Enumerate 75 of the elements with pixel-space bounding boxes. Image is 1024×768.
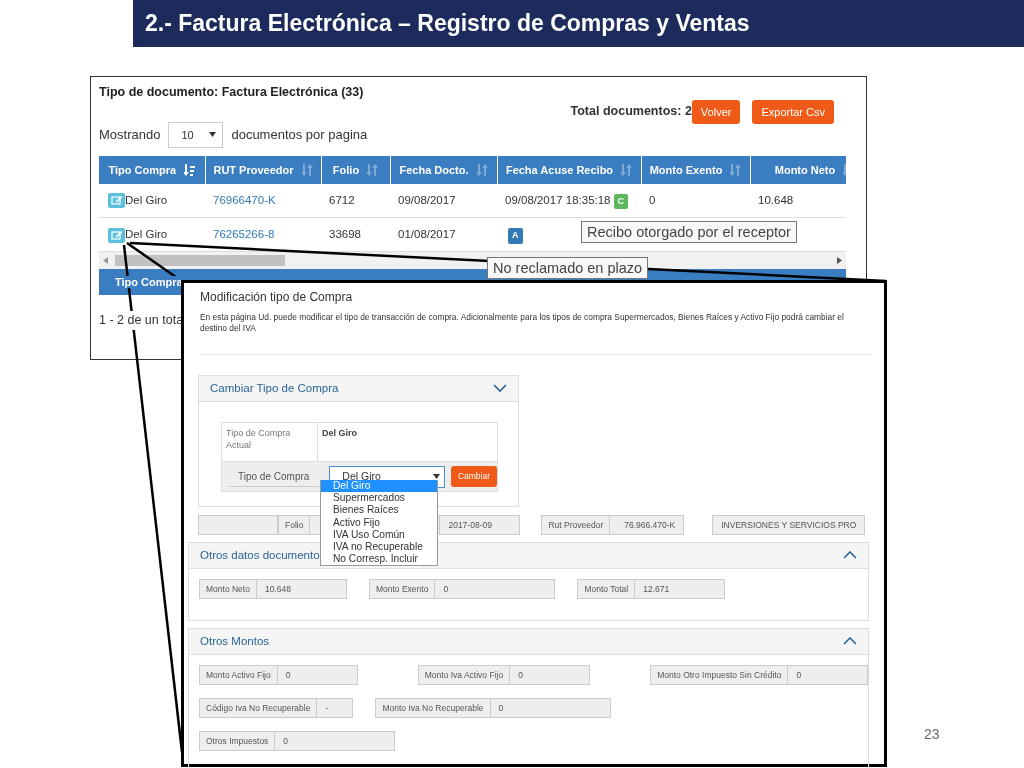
caret-icon xyxy=(209,132,217,138)
field-label: Monto Activo Fijo xyxy=(199,665,278,685)
purchase-type: Del Giro xyxy=(125,193,168,206)
dropdown-option[interactable]: IVA Uso Común xyxy=(321,528,437,541)
column-header[interactable]: Fecha Acuse Recibo xyxy=(497,155,641,184)
field-value: 12.671 xyxy=(635,579,726,599)
current-type-value: Del Giro xyxy=(321,427,358,440)
chevron-up-icon[interactable] xyxy=(843,637,857,646)
slide-title: 2.- Factura Electrónica – Registro de Compras y Ventas xyxy=(133,0,1024,47)
amount-text: 0 xyxy=(649,193,656,206)
folio-text: 6712 xyxy=(329,193,355,206)
receipt-date-text: 09/08/2017 18:35:18 xyxy=(505,193,611,206)
page-size-select[interactable]: 10 xyxy=(168,121,224,148)
field-value: 0 xyxy=(490,698,611,718)
field-value: 0 xyxy=(275,731,396,751)
column-header[interactable]: Monto Exento xyxy=(641,155,750,184)
field-label: Monto Exento xyxy=(368,579,436,599)
change-button[interactable]: Cambiar xyxy=(450,466,497,487)
field-label: Rut Proveedor xyxy=(541,515,611,535)
amount-text: 10.648 xyxy=(758,193,794,206)
field-value: 0 xyxy=(788,665,869,685)
description-text: En esta página Ud. puede modificar el tipo de transacción de compra. Adicionalmente para los tipos de compra Supermercados, Bienes Raíces y Activo Fijo podrá cambiar el destino del IVA xyxy=(200,312,845,334)
caret-icon xyxy=(432,474,440,479)
field-value: 0 xyxy=(435,579,556,599)
dropdown-option[interactable]: Bienes Raíces xyxy=(321,504,437,517)
supplier-rut-link[interactable]: 76265266-8 xyxy=(213,228,275,241)
field-value: 76.966.470-K xyxy=(610,515,685,535)
field-label: Folio xyxy=(278,515,311,535)
column-header[interactable]: Folio xyxy=(321,155,390,184)
column-header[interactable]: Tipo Compra xyxy=(99,155,205,184)
status-badge: C xyxy=(613,193,629,210)
tooltip: Recibo otorgado por el receptor xyxy=(581,221,797,243)
scroll-right-icon[interactable] xyxy=(837,257,842,265)
field-value: 2017-08-09 xyxy=(440,515,521,535)
column-header[interactable]: RUT Proveedor xyxy=(205,155,321,184)
status-badge: A xyxy=(508,228,523,244)
chevron-up-icon[interactable] xyxy=(843,551,857,560)
back-button[interactable]: Volver xyxy=(691,99,741,124)
column-header[interactable]: Fecha Docto. xyxy=(390,155,497,184)
purchase-type: Del Giro xyxy=(125,228,168,241)
tooltip: No reclamado en plazo xyxy=(487,257,649,279)
field-value: INVERSIONES Y SERVICIOS PRO xyxy=(712,515,866,535)
column-header[interactable]: Tipo Compra xyxy=(115,276,183,289)
field-label: Monto Iva Activo Fijo xyxy=(417,665,511,685)
type-label: Tipo de Compra xyxy=(228,466,320,487)
document-type-title: Tipo de documento: Factura Electrónica (33) xyxy=(99,84,365,101)
date-text: 01/08/2017 xyxy=(398,228,456,241)
showing-label: Mostrando xyxy=(99,126,161,144)
field-label: Monto Total xyxy=(577,579,636,599)
showing-suffix: documentos por pagina xyxy=(231,126,368,144)
dropdown-option[interactable]: Activo Fijo xyxy=(321,516,437,529)
date-text: 09/08/2017 xyxy=(398,193,456,206)
panel-title[interactable]: Otros Montos xyxy=(200,632,270,651)
dropdown-option[interactable]: IVA no Recuperable xyxy=(321,541,437,554)
field-value: - xyxy=(317,698,354,718)
folio-text: 33698 xyxy=(329,228,361,241)
supplier-rut-link[interactable]: 76966470-K xyxy=(213,193,276,206)
total-documents: Total documentos: 2 xyxy=(570,103,692,121)
dropdown-option[interactable]: Del Giro xyxy=(321,480,437,493)
dropdown-option[interactable]: No Corresp. Incluir xyxy=(321,553,437,566)
dropdown-option[interactable]: Supermercados xyxy=(321,492,437,505)
field-value: 0 xyxy=(510,665,591,685)
chevron-down-icon[interactable] xyxy=(493,384,507,393)
field-label: Otros Impuestos xyxy=(199,731,276,751)
page-number: 23 xyxy=(924,725,940,744)
dialog-title: Modificación tipo de Compra xyxy=(200,289,354,306)
field-label: Monto Iva No Recuperable xyxy=(375,698,491,718)
field-label: Monto Otro Impuesto Sin Crédito xyxy=(650,665,789,685)
field-value: 0 xyxy=(277,665,358,685)
panel-title[interactable]: Otros datos documento xyxy=(200,546,320,565)
field-value: 10.648 xyxy=(256,579,347,599)
field-label: Código Iva No Recuperable xyxy=(199,698,318,718)
column-header[interactable]: Monto Neto xyxy=(750,155,846,184)
export-button[interactable]: Exportar Csv xyxy=(752,99,834,124)
field-label: Monto Neto xyxy=(199,579,257,599)
